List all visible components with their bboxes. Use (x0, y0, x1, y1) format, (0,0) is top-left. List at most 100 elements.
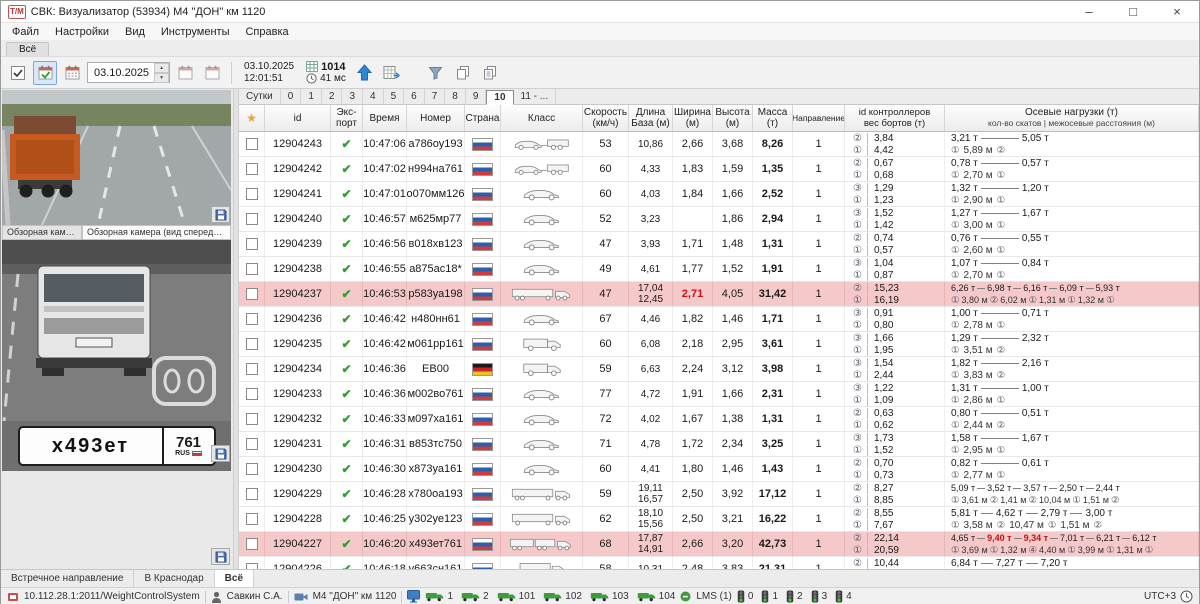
camera-tab[interactable]: Обзорная каме... (2, 225, 82, 240)
page-tab[interactable]: 4 (363, 89, 384, 104)
maximize-button[interactable]: □ (1111, 1, 1155, 22)
table-row[interactable]: 12904235✔10:46:42м061рр161606,082,182,95… (239, 332, 1199, 357)
column-header-mass[interactable]: Масса(т) (753, 105, 793, 131)
row-export-cell: ✔ (331, 132, 363, 156)
table-row[interactable]: 12904233✔10:46:36м002во761774,721,911,66… (239, 382, 1199, 407)
column-header-sel[interactable]: ★ (239, 105, 265, 131)
view-filter-tab[interactable]: Всё (6, 42, 49, 56)
page-tab[interactable]: 11 - ... (514, 89, 557, 104)
column-header-dir[interactable]: Направление (793, 105, 845, 131)
save-overview-image-button[interactable] (211, 206, 230, 223)
table-row[interactable]: 12904239✔10:46:56в018хв123473,931,711,48… (239, 232, 1199, 257)
calendar-filter-toggle[interactable] (33, 61, 57, 85)
menu-item[interactable]: Вид (117, 25, 153, 39)
page-tab[interactable]: 3 (342, 89, 363, 104)
date-picker[interactable]: 03.10.2025 ▲▼ (87, 62, 170, 83)
save-all-images-button[interactable] (211, 548, 230, 565)
row-checkbox[interactable] (246, 513, 258, 525)
column-header-vclass[interactable]: Класс (501, 105, 583, 131)
column-header-time[interactable]: Время (363, 105, 407, 131)
table-row[interactable]: 12904230✔10:46:30х873уа161604,411,801,46… (239, 457, 1199, 482)
page-tab[interactable]: 5 (384, 89, 405, 104)
direction-tab[interactable]: Встречное направление (1, 570, 134, 587)
prev-day-button[interactable] (173, 61, 197, 85)
copy-with-headers-button[interactable] (478, 61, 502, 85)
table-row[interactable]: 12904241✔10:47:01о070мм126604,031,841,66… (239, 182, 1199, 207)
calendar-button[interactable] (60, 61, 84, 85)
table-row[interactable]: 12904226✔10:46:18у663сн1615810,312,483,8… (239, 557, 1199, 569)
page-tab[interactable]: 10 (486, 90, 513, 105)
row-checkbox[interactable] (246, 438, 258, 450)
page-tab[interactable]: Сутки (239, 89, 281, 104)
column-header-height[interactable]: Высота(м) (713, 105, 753, 131)
row-checkbox[interactable] (246, 263, 258, 275)
minimize-button[interactable]: – (1067, 1, 1111, 22)
row-checkbox[interactable] (246, 488, 258, 500)
export-table-button[interactable] (380, 61, 404, 85)
direction-tab[interactable]: Всё (215, 570, 254, 587)
select-records-button[interactable] (6, 61, 30, 85)
row-checkbox[interactable] (246, 413, 258, 425)
spin-down-icon[interactable]: ▼ (154, 73, 169, 83)
row-checkbox[interactable] (246, 163, 258, 175)
table-row[interactable]: 12904240✔10:46:57м625мр77523,231,862,941… (239, 207, 1199, 232)
row-checkbox[interactable] (246, 238, 258, 250)
scroll-to-top-button[interactable] (353, 61, 377, 85)
table-row[interactable]: 12904227✔10:46:20х493ет7616817,8714,912,… (239, 532, 1199, 557)
row-checkbox[interactable] (246, 138, 258, 150)
table-row[interactable]: 12904234✔10:46:36ЕВ00596,632,243,123,981… (239, 357, 1199, 382)
copy-button[interactable] (451, 61, 475, 85)
next-day-button[interactable] (200, 61, 224, 85)
row-checkbox[interactable] (246, 563, 258, 569)
column-header-ctrl[interactable]: id контроллероввес бортов (т) (845, 105, 945, 131)
date-spinner[interactable]: ▲▼ (154, 63, 169, 83)
row-checkbox[interactable] (246, 288, 258, 300)
page-tab[interactable]: 2 (322, 89, 343, 104)
row-checkbox[interactable] (246, 338, 258, 350)
table-row[interactable]: 12904242✔10:47:02н994на761604,331,831,59… (239, 157, 1199, 182)
table-row[interactable]: 12904238✔10:46:55а875ас18*494,611,771,52… (239, 257, 1199, 282)
table-row[interactable]: 12904232✔10:46:33м097ха161724,021,671,38… (239, 407, 1199, 432)
save-plate-image-button[interactable] (211, 445, 230, 462)
table-row[interactable]: 12904231✔10:46:31в853тс750714,781,722,34… (239, 432, 1199, 457)
table-row[interactable]: 12904237✔10:46:53р583уа1984717,0412,452,… (239, 282, 1199, 307)
table-row[interactable]: 12904236✔10:46:42н480нн61674,461,821,461… (239, 307, 1199, 332)
row-checkbox[interactable] (246, 388, 258, 400)
column-header-id[interactable]: id (265, 105, 331, 131)
column-header-length[interactable]: ДлинаБаза (м) (629, 105, 673, 131)
column-header-plate[interactable]: Номер (407, 105, 465, 131)
column-header-country[interactable]: Страна (465, 105, 501, 131)
row-checkbox[interactable] (246, 313, 258, 325)
row-controllers: ②10,44①10,87 (845, 557, 945, 569)
column-header-speed[interactable]: Скорость(км/ч) (583, 105, 629, 131)
table-row[interactable]: 12904243✔10:47:06а786оу1935310,862,663,6… (239, 132, 1199, 157)
spin-up-icon[interactable]: ▲ (154, 63, 169, 73)
filter-button[interactable] (424, 61, 448, 85)
column-header-axles[interactable]: Осевые нагрузки (т)кол-во скатов | межос… (945, 105, 1199, 131)
column-header-export[interactable]: Экс-порт (331, 105, 363, 131)
page-tab[interactable]: 0 (281, 89, 302, 104)
table-row[interactable]: 12904228✔10:46:25у302уе1236218,1015,562,… (239, 507, 1199, 532)
page-tab[interactable]: 9 (466, 89, 487, 104)
menu-item[interactable]: Инструменты (153, 25, 238, 39)
menu-item[interactable]: Настройки (47, 25, 117, 39)
row-checkbox[interactable] (246, 188, 258, 200)
row-checkbox[interactable] (246, 463, 258, 475)
menu-item[interactable]: Справка (237, 25, 296, 39)
page-tab[interactable]: 6 (404, 89, 425, 104)
row-width: 1,82 (673, 307, 713, 331)
column-header-width[interactable]: Ширина(м) (673, 105, 713, 131)
direction-tab[interactable]: В Краснодар (134, 570, 214, 587)
axle-distance: 4,40 м (1039, 545, 1065, 556)
close-button[interactable]: × (1155, 1, 1199, 22)
menu-item[interactable]: Файл (4, 25, 47, 39)
page-tab[interactable]: 7 (425, 89, 446, 104)
page-tab[interactable]: 8 (445, 89, 466, 104)
table-row[interactable]: 12904229✔10:46:28х780оа1935919,1116,572,… (239, 482, 1199, 507)
row-checkbox[interactable] (246, 213, 258, 225)
row-checkbox[interactable] (246, 538, 258, 550)
camera-tab[interactable]: Обзорная камера (вид спереди; ... (82, 225, 231, 240)
row-checkbox[interactable] (246, 363, 258, 375)
record-counter: 1014 41 мс (306, 61, 346, 85)
page-tab[interactable]: 1 (301, 89, 322, 104)
